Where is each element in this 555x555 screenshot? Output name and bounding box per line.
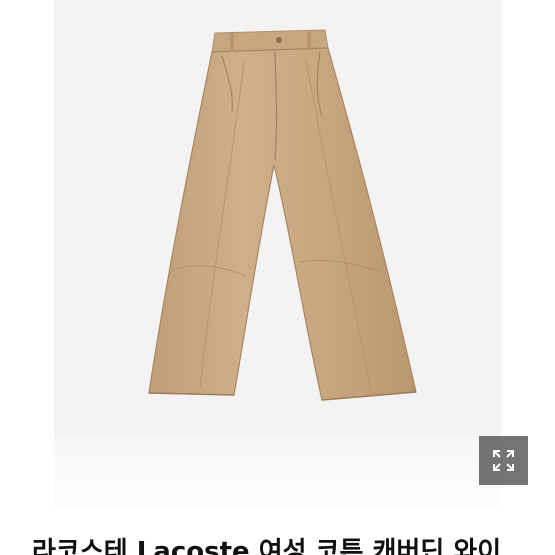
expand-image-button[interactable] (479, 436, 528, 485)
product-page: 라코스테 Lacoste 여성 코튼 캐버딘 와이 (0, 0, 555, 555)
product-title: 라코스테 Lacoste 여성 코튼 캐버딘 와이 (32, 537, 502, 555)
pants-illustration (148, 29, 417, 401)
product-image[interactable] (54, 0, 501, 438)
image-gallery-strip (54, 438, 501, 510)
expand-arrows-icon (493, 450, 514, 471)
